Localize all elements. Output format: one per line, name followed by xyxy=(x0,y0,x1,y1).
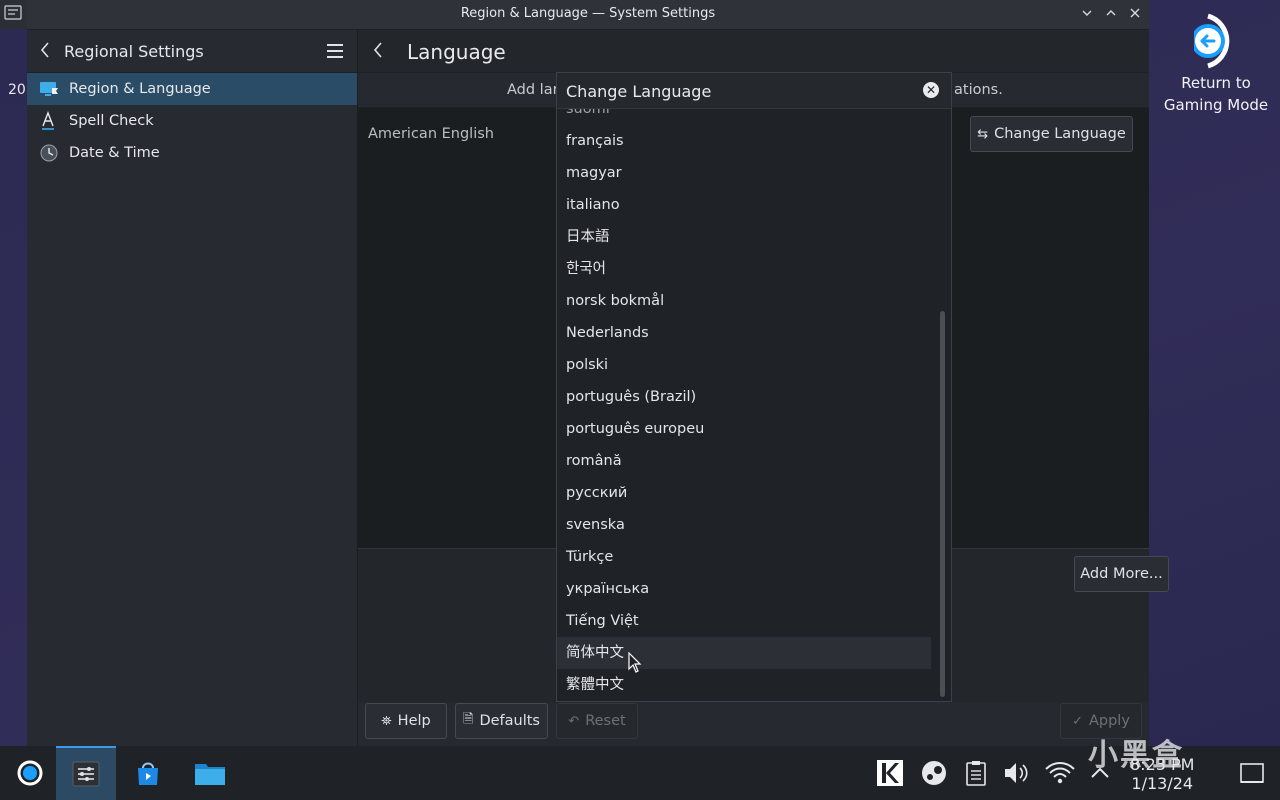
window-title: Region & Language — System Settings xyxy=(460,6,716,21)
window-app-icon[interactable] xyxy=(0,0,27,29)
language-option[interactable]: 繁體中文 xyxy=(557,669,931,701)
document-icon: 🗎 xyxy=(463,712,474,727)
language-option[interactable]: français xyxy=(557,125,931,157)
change-language-dialog: Change Language ✕ suomi français magyar … xyxy=(556,72,952,702)
language-option[interactable]: italiano xyxy=(557,189,931,221)
steam-tray-icon[interactable] xyxy=(920,759,948,787)
show-desktop-icon[interactable] xyxy=(1238,759,1266,787)
info-text-right: ations. xyxy=(954,82,1003,98)
defaults-button[interactable]: 🗎 Defaults xyxy=(455,703,548,739)
language-option[interactable]: Türkçe xyxy=(557,541,931,573)
language-option[interactable]: português europeu xyxy=(557,413,931,445)
volume-icon[interactable] xyxy=(1003,759,1031,787)
close-window-button[interactable] xyxy=(1125,5,1145,25)
clock-date: 1/13/24 xyxy=(1131,774,1194,793)
content-back-icon[interactable] xyxy=(372,40,384,65)
discover-store-icon[interactable] xyxy=(120,746,176,800)
language-option[interactable]: polski xyxy=(557,349,931,381)
return-label-line1: Return to xyxy=(1181,74,1251,92)
undo-icon: ↶ xyxy=(568,713,580,729)
reset-button[interactable]: ↶ Reset xyxy=(556,703,638,739)
language-option[interactable]: română xyxy=(557,445,931,477)
language-option[interactable]: 日本語 xyxy=(557,221,931,253)
minimize-button[interactable] xyxy=(1077,5,1097,25)
language-option[interactable]: magyar xyxy=(557,157,931,189)
lifebuoy-icon: ⛯ xyxy=(381,713,392,729)
kde-connect-icon[interactable] xyxy=(876,759,904,787)
sidebar-item-label: Spell Check xyxy=(69,113,154,129)
info-text-left: Add lar xyxy=(507,82,559,98)
desktop-fragment-text: 20 xyxy=(8,82,26,98)
sliders-icon: ⇆ xyxy=(977,126,989,142)
change-language-button[interactable]: ⇆ Change Language xyxy=(970,116,1133,152)
language-option[interactable]: 한국어 xyxy=(557,253,931,285)
current-language: American English xyxy=(368,126,494,142)
return-label-line2: Gaming Mode xyxy=(1163,96,1269,114)
bottom-button-bar: ⛯ Help 🗎 Defaults ↶ Reset ✓ Apply xyxy=(358,702,1149,746)
language-options-list: suomi français magyar italiano 日本語 한국어 n… xyxy=(557,109,933,701)
help-label: Help xyxy=(397,713,431,729)
close-dialog-icon[interactable]: ✕ xyxy=(923,82,939,98)
checkmark-icon: ✓ xyxy=(1072,713,1083,729)
back-chevron-icon[interactable] xyxy=(39,40,51,65)
wifi-icon[interactable] xyxy=(1044,759,1076,787)
steam-deck-menu-icon[interactable] xyxy=(8,746,52,800)
title-bar[interactable]: Region & Language — System Settings xyxy=(27,0,1149,30)
language-option[interactable]: Tiếng Việt xyxy=(557,605,931,637)
language-option[interactable]: українська xyxy=(557,573,931,605)
add-more-label: Add More... xyxy=(1080,566,1163,582)
sidebar-title: Regional Settings xyxy=(64,42,204,61)
clock[interactable]: 8:23 PM 1/13/24 xyxy=(1130,755,1194,793)
change-language-label: Change Language xyxy=(994,126,1126,142)
defaults-label: Defaults xyxy=(479,713,540,729)
apply-label: Apply xyxy=(1088,713,1130,729)
clock-icon xyxy=(39,143,59,163)
clock-time: 8:23 PM xyxy=(1130,755,1195,774)
language-option-partial[interactable]: suomi xyxy=(557,109,931,125)
language-option[interactable]: Nederlands xyxy=(557,317,931,349)
language-option[interactable]: svenska xyxy=(557,509,931,541)
spell-check-icon xyxy=(39,111,59,131)
dialog-header: Change Language ✕ xyxy=(557,73,951,109)
clipboard-icon[interactable] xyxy=(962,759,990,787)
reset-label: Reset xyxy=(585,713,626,729)
content-header: Language xyxy=(358,30,1149,73)
monitor-flag-icon xyxy=(39,79,59,99)
return-arrow-icon xyxy=(1191,12,1238,70)
sidebar-item-label: Region & Language xyxy=(69,81,211,97)
sidebar-item-spell-check[interactable]: Spell Check xyxy=(27,105,357,137)
dialog-title: Change Language xyxy=(566,82,712,101)
mouse-cursor-icon xyxy=(628,651,642,678)
dialog-scrollbar-thumb[interactable] xyxy=(940,311,945,697)
sidebar-item-region-language[interactable]: Region & Language xyxy=(27,73,357,105)
language-option[interactable]: norsk bokmål xyxy=(557,285,931,317)
add-more-button[interactable]: Add More... xyxy=(1074,556,1169,592)
language-option-hovered[interactable]: 简体中文 xyxy=(557,637,931,669)
file-manager-icon[interactable] xyxy=(182,746,238,800)
language-option[interactable]: русский xyxy=(557,477,931,509)
taskbar-system-settings[interactable] xyxy=(56,746,116,800)
return-to-gaming-mode[interactable]: Return to Gaming Mode xyxy=(1160,12,1272,116)
hamburger-menu-icon[interactable] xyxy=(327,44,343,62)
help-button[interactable]: ⛯ Help xyxy=(365,703,447,739)
sidebar-item-label: Date & Time xyxy=(69,145,160,161)
language-option[interactable]: português (Brazil) xyxy=(557,381,931,413)
page-title: Language xyxy=(407,40,506,64)
sidebar: Regional Settings Region & Language Spel… xyxy=(27,30,358,746)
maximize-button[interactable] xyxy=(1101,5,1121,25)
sidebar-item-date-time[interactable]: Date & Time xyxy=(27,137,357,169)
sidebar-header: Regional Settings xyxy=(27,30,357,73)
